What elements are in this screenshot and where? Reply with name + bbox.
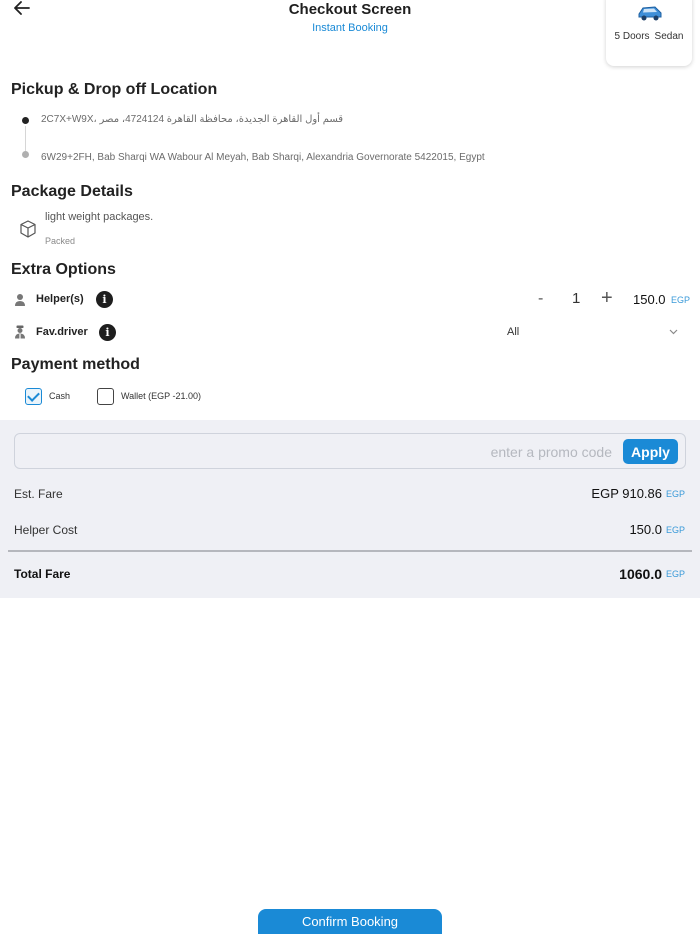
helper-cost-currency: EGP [666, 525, 686, 535]
divider [8, 550, 692, 552]
header: Checkout Screen Instant Booking 5 Doors S… [0, 0, 700, 70]
est-fare-value: EGP 910.86 [591, 486, 662, 501]
helper-count: 1 [572, 290, 581, 307]
vehicle-doors: 5 Doors [614, 31, 650, 42]
pickup-dot [22, 117, 29, 124]
helper-info-icon[interactable]: i [96, 291, 113, 308]
est-fare-label: Est. Fare [14, 487, 63, 501]
payment-title: Payment method [11, 356, 140, 373]
package-title: Package Details [11, 183, 133, 200]
cash-label: Cash [49, 391, 71, 401]
vehicle-type: Sedan [654, 31, 684, 42]
chevron-down-icon[interactable] [669, 327, 678, 338]
dropoff-dot [22, 151, 29, 158]
helper-price: 150.0 [633, 292, 666, 307]
helper-label: Helper(s) [36, 293, 84, 305]
helper-price-currency: EGP [671, 295, 691, 305]
fare-summary: Apply Est. Fare EGP 910.86 EGP Helper Co… [0, 420, 700, 598]
promo-code-input[interactable] [27, 441, 612, 463]
helper-increment-button[interactable]: + [601, 287, 613, 310]
fav-driver-select[interactable]: All [507, 326, 519, 338]
vehicle-card[interactable]: 5 Doors Sedan [606, 0, 692, 66]
dropoff-address: 6W29+2FH, Bab Sharqi WA Wabour Al Meyah,… [41, 152, 485, 163]
package-type: Packed [45, 236, 76, 246]
confirm-booking-button[interactable]: Confirm Booking [258, 909, 442, 934]
driver-icon [15, 325, 25, 339]
est-fare-currency: EGP [666, 489, 686, 499]
cash-checkbox[interactable] [25, 388, 42, 405]
package-box-icon [20, 220, 36, 238]
apply-promo-button[interactable]: Apply [623, 439, 678, 464]
helper-cost-label: Helper Cost [14, 523, 78, 537]
vehicle-description: 5 Doors Sedan [606, 31, 692, 42]
total-fare-currency: EGP [666, 569, 686, 579]
promo-box: Apply [14, 433, 686, 469]
total-fare-label: Total Fare [14, 567, 71, 581]
total-fare-value: 1060.0 [619, 566, 662, 582]
helper-cost-value: 150.0 [629, 522, 662, 537]
route-line [25, 126, 26, 151]
helper-decrement-button[interactable]: - [538, 290, 543, 308]
pickup-address: 2C7X+W9X، قسم أول القاهرة الجديدة، محافظ… [41, 114, 344, 125]
page-title: Checkout Screen [288, 1, 412, 18]
extra-options-title: Extra Options [11, 261, 116, 278]
package-name: light weight packages. [45, 211, 154, 223]
person-icon [15, 294, 25, 306]
wallet-label: Wallet (EGP -21.00) [121, 391, 202, 401]
fav-driver-label: Fav.driver [36, 326, 88, 338]
wallet-checkbox[interactable] [97, 388, 114, 405]
fav-driver-info-icon[interactable]: i [99, 324, 116, 341]
page-subtitle: Instant Booking [312, 22, 388, 34]
car-icon [638, 6, 662, 21]
locations-title: Pickup & Drop off Location [11, 81, 218, 98]
